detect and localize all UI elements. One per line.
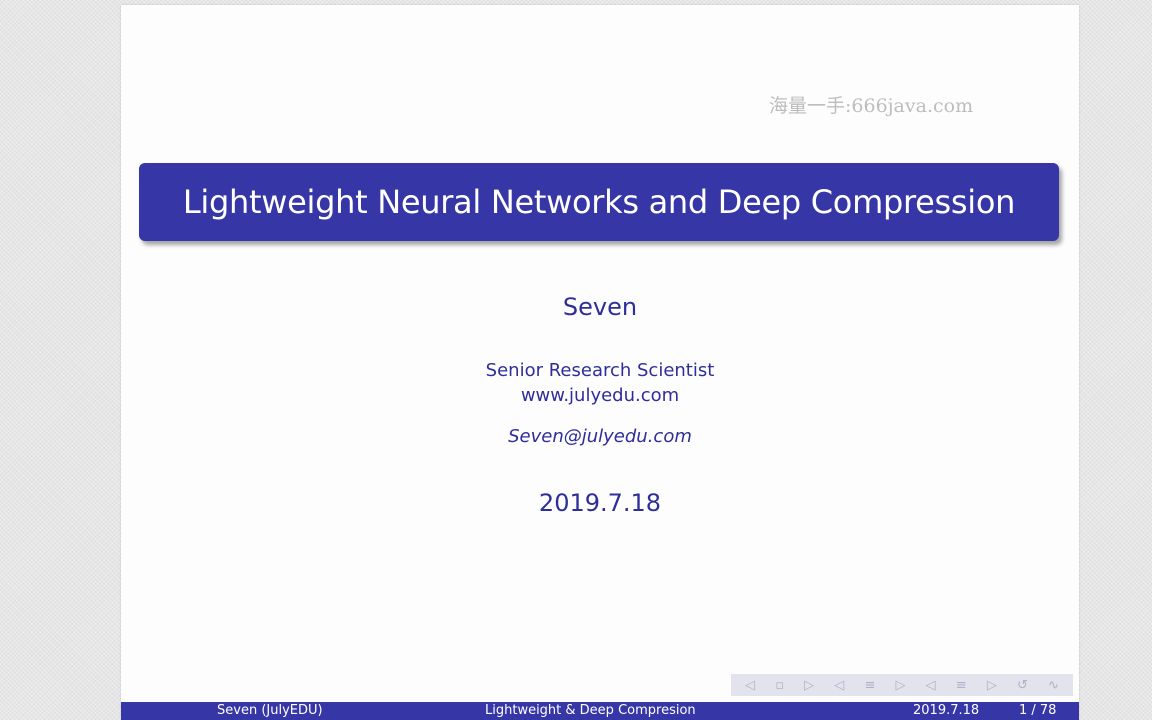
nav-subsection-next-icon[interactable]: ▷ xyxy=(895,679,905,692)
nav-search-icon[interactable]: ∿ xyxy=(1048,679,1059,692)
footer-author: Seven (JulyEDU) xyxy=(217,703,323,718)
beamer-navigation-bar: ◁ ▫ ▷ ◁ ≡ ▷ ◁ ≡ ▷ ↺ ∿ xyxy=(731,674,1073,696)
slide: 海量一手:666java.com Lightweight Neural Netw… xyxy=(121,5,1079,720)
nav-frame-prev-icon[interactable]: ◁ xyxy=(745,679,755,692)
nav-section-prev-icon[interactable]: ◁ xyxy=(926,679,936,692)
title-block: Lightweight Neural Networks and Deep Com… xyxy=(139,163,1059,241)
nav-frame-icon[interactable]: ▫ xyxy=(775,679,784,692)
watermark: 海量一手:666java.com xyxy=(769,95,974,117)
nav-frame-next-icon[interactable]: ▷ xyxy=(804,679,814,692)
nav-section-next-icon[interactable]: ▷ xyxy=(987,679,997,692)
footer-page-number: 1 / 78 xyxy=(1019,703,1057,718)
nav-back-icon[interactable]: ↺ xyxy=(1017,679,1028,692)
presentation-date: 2019.7.18 xyxy=(538,489,662,517)
author-job-title: Senior Research Scientist xyxy=(485,360,715,381)
nav-subsection-icon[interactable]: ≡ xyxy=(864,679,875,692)
footer-bar: Seven (JulyEDU) Lightweight & Deep Compr… xyxy=(121,702,1079,720)
slide-title: Lightweight Neural Networks and Deep Com… xyxy=(182,183,1016,221)
nav-section-icon[interactable]: ≡ xyxy=(956,679,967,692)
footer-short-title: Lightweight & Deep Compresion xyxy=(485,703,696,718)
author-website: www.julyedu.com xyxy=(520,385,680,406)
author-email: Seven@julyedu.com xyxy=(508,426,692,447)
footer-date: 2019.7.18 xyxy=(913,703,980,718)
nav-subsection-prev-icon[interactable]: ◁ xyxy=(834,679,844,692)
author-name: Seven xyxy=(562,293,638,321)
